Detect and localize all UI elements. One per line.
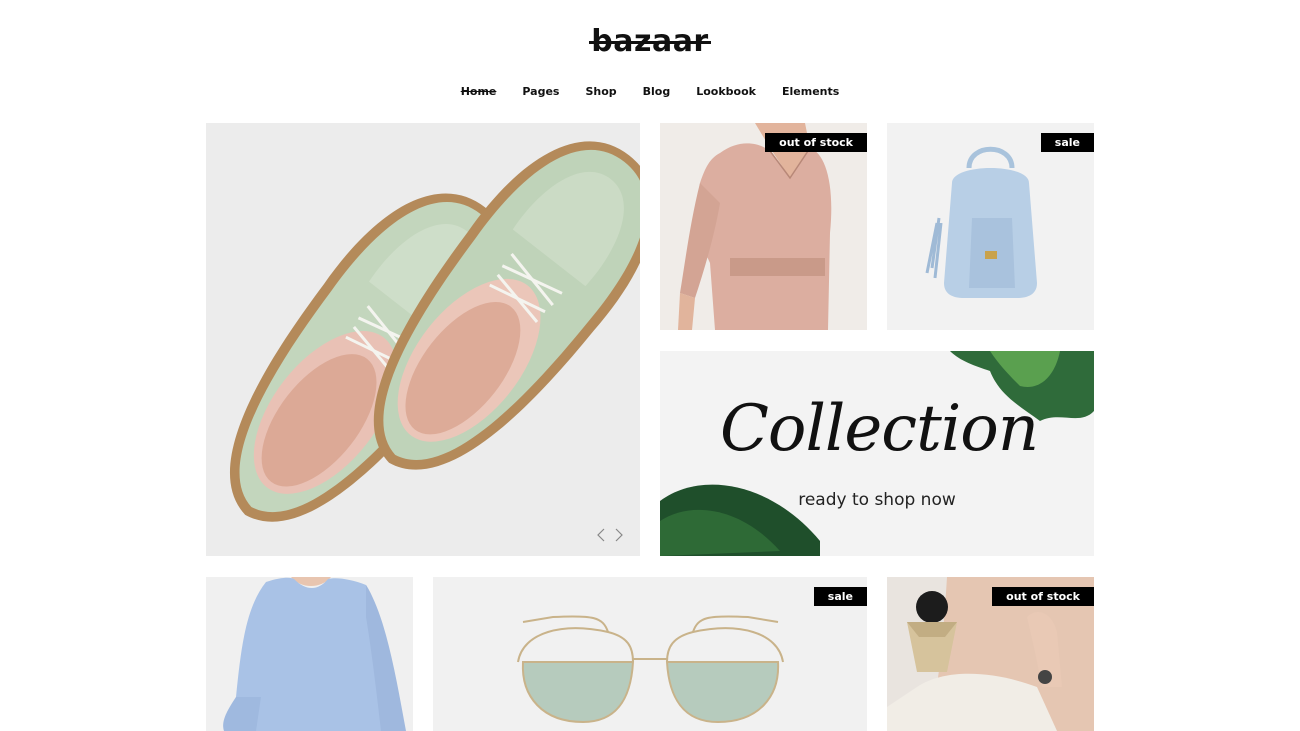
chevron-right-icon[interactable] bbox=[614, 528, 624, 542]
sweater-image bbox=[206, 577, 413, 731]
product-tile-sunglasses[interactable]: sale bbox=[433, 577, 867, 731]
slider-arrows bbox=[596, 528, 624, 542]
logo-text: bazaar bbox=[589, 24, 712, 59]
sunglasses-image bbox=[433, 577, 867, 731]
product-tile-sweater[interactable] bbox=[206, 577, 413, 731]
chevron-left-icon[interactable] bbox=[596, 528, 606, 542]
nav-item-pages[interactable]: Pages bbox=[522, 84, 559, 100]
status-badge: out of stock bbox=[992, 587, 1094, 606]
collection-title: Collection bbox=[719, 392, 1039, 466]
backpack-image bbox=[887, 123, 1094, 330]
nav-item-blog[interactable]: Blog bbox=[643, 84, 671, 100]
nav-item-shop[interactable]: Shop bbox=[585, 84, 616, 100]
product-tile-dress[interactable]: out of stock bbox=[660, 123, 867, 330]
nav-item-elements[interactable]: Elements bbox=[782, 84, 839, 100]
nav-item-home[interactable]: Home bbox=[461, 84, 497, 100]
nav-item-lookbook[interactable]: Lookbook bbox=[696, 84, 756, 100]
shoes-image bbox=[206, 123, 640, 556]
featured-slider-shoes[interactable] bbox=[206, 123, 640, 556]
status-badge: sale bbox=[813, 587, 867, 606]
product-tile-backpack[interactable]: sale bbox=[887, 123, 1094, 330]
status-badge: sale bbox=[1040, 133, 1094, 152]
site-logo[interactable]: bazaar bbox=[0, 24, 1300, 60]
main-navigation: Home Pages Shop Blog Lookbook Elements bbox=[0, 84, 1300, 100]
collection-banner[interactable]: Collection ready to shop now bbox=[660, 351, 1094, 556]
dress-image bbox=[660, 123, 867, 330]
collection-subtitle: ready to shop now bbox=[798, 490, 956, 510]
status-badge: out of stock bbox=[765, 133, 867, 152]
product-tile-earrings[interactable]: out of stock bbox=[887, 577, 1094, 731]
